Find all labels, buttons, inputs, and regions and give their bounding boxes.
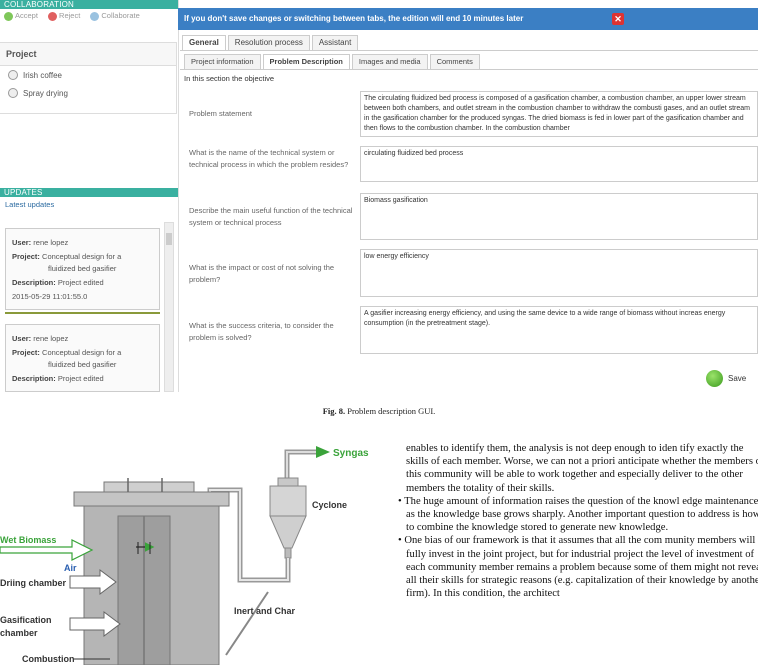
left-panel: COLLABORATION Accept Reject Collaborate …	[0, 0, 179, 392]
subtab-divider	[180, 69, 758, 70]
latest-updates-link[interactable]: Latest updates	[0, 197, 178, 212]
tab-general[interactable]: General	[182, 35, 226, 50]
inert-char-label: Inert and Char	[234, 606, 296, 616]
update-timestamp: 2015-05-29 11:01:55.0	[12, 292, 88, 301]
update-user: rene lopez	[33, 238, 69, 247]
syngas-arrow	[316, 446, 330, 458]
air-label: Air	[64, 563, 77, 573]
question-label: What is the success criteria, to conside…	[189, 321, 334, 342]
sub-tabs: Project information Problem Description …	[184, 54, 482, 69]
collaboration-actions: Accept Reject Collaborate	[0, 9, 178, 23]
update-project-cont: fluidized bed gasifier	[48, 264, 117, 273]
reject-button[interactable]: Reject	[48, 9, 80, 23]
updates-scrollbar[interactable]	[164, 222, 174, 392]
syngas-outlet	[284, 446, 330, 480]
answer-field[interactable]: low energy efficiency	[360, 249, 758, 297]
answer-field[interactable]: The circulating fluidized bed process is…	[360, 91, 758, 137]
save-label: Save	[728, 374, 747, 383]
update-card: User: rene lopez Project: Conceptual des…	[5, 228, 160, 310]
update-divider	[5, 312, 160, 314]
figure-caption: Fig. 8. Problem description GUI.	[0, 406, 758, 416]
section-intro: In this section the objective	[184, 74, 275, 83]
cyclone	[269, 477, 307, 559]
accept-button[interactable]: Accept	[4, 9, 38, 23]
tab-comments[interactable]: Comments	[429, 54, 480, 69]
project-panel-title: Project	[0, 43, 176, 66]
gasification-label-2: chamber	[0, 628, 38, 638]
updates-section: UPDATES Latest updates	[0, 188, 178, 212]
people-icon	[90, 11, 100, 21]
reject-icon	[48, 11, 58, 21]
question-label: What is the impact or cost of not solvin…	[189, 263, 335, 284]
tab-images-media[interactable]: Images and media	[351, 54, 428, 69]
update-description: Project edited	[57, 374, 104, 383]
tab-divider	[180, 50, 758, 51]
update-project-cont: fluidized bed gasifier	[48, 360, 117, 369]
updates-header: UPDATES	[0, 188, 178, 197]
question-label: Describe the main useful function of the…	[189, 206, 353, 227]
answer-field[interactable]: A gasifier increasing energy efficiency,…	[360, 306, 758, 354]
collaborate-button[interactable]: Collaborate	[90, 9, 140, 23]
warning-text: If you don't save changes or switching b…	[184, 14, 524, 23]
syngas-label: Syngas	[333, 448, 369, 459]
save-button[interactable]: Save	[706, 370, 746, 387]
update-description: Project edited	[57, 278, 104, 287]
radio-button[interactable]	[8, 88, 18, 98]
update-project: Conceptual design for a	[42, 348, 122, 357]
main-tabs: General Resolution process Assistant	[182, 35, 360, 50]
project-option-irish-coffee[interactable]: Irish coffee	[0, 66, 176, 84]
paper-body-text: enables to identify them, the analysis i…	[396, 442, 758, 600]
cyclone-label: Cyclone	[312, 500, 347, 510]
radio-button[interactable]	[8, 70, 18, 80]
inert-char-pipe	[225, 591, 269, 656]
question-label: What is the name of the technical system…	[189, 148, 349, 169]
question-label: Problem statement	[189, 109, 252, 118]
gasifier-diagram: Syngas Cyclone Inert and Char Wet Biomas…	[0, 446, 369, 665]
save-icon	[706, 370, 723, 387]
update-user: rene lopez	[33, 334, 69, 343]
collaboration-header: COLLABORATION	[0, 0, 178, 9]
gasification-label: Gasification	[0, 615, 52, 625]
bullet-item: • The huge amount of information raises …	[398, 495, 758, 534]
tab-project-information[interactable]: Project information	[184, 54, 261, 69]
problem-description-gui: COLLABORATION Accept Reject Collaborate …	[0, 0, 758, 392]
drying-chamber-label: Driing chamber	[0, 578, 67, 588]
tab-resolution-process[interactable]: Resolution process	[227, 35, 310, 50]
update-card: User: rene lopez Project: Conceptual des…	[5, 324, 160, 392]
figure-caption-text: Problem description GUI.	[347, 406, 436, 416]
warning-bar: If you don't save changes or switching b…	[178, 8, 758, 30]
project-panel: Project Irish coffee Spray drying	[0, 42, 177, 114]
bullet-item: • One bias of our framework is that it a…	[398, 535, 758, 600]
figure-number: Fig. 8.	[322, 406, 346, 416]
project-option-spray-drying[interactable]: Spray drying	[0, 84, 176, 102]
wet-biomass-label: Wet Biomass	[0, 535, 56, 545]
paragraph: enables to identify them, the analysis i…	[406, 443, 758, 494]
tab-assistant[interactable]: Assistant	[311, 35, 359, 50]
update-project: Conceptual design for a	[42, 252, 122, 261]
answer-field[interactable]: circulating fluidized bed process	[360, 146, 758, 182]
scroll-thumb[interactable]	[166, 233, 172, 245]
combustion-label: Combustion	[22, 654, 75, 664]
check-icon	[4, 11, 13, 21]
gasifier-vessel	[73, 478, 230, 665]
close-icon[interactable]: ✕	[612, 13, 624, 25]
tab-problem-description[interactable]: Problem Description	[262, 54, 350, 69]
answer-field[interactable]: Biomass gasification	[360, 193, 758, 240]
